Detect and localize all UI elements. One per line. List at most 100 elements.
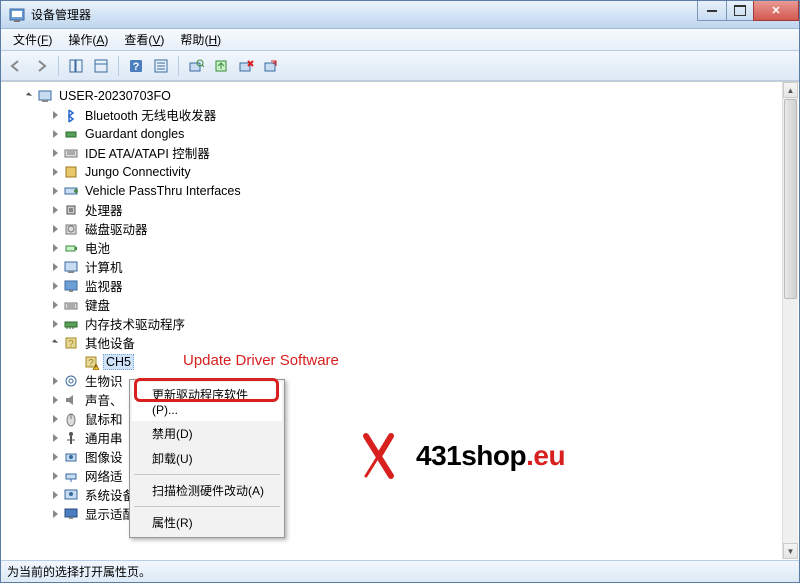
computer-icon xyxy=(37,88,53,104)
update-driver-button[interactable] xyxy=(210,55,232,77)
network-icon xyxy=(63,468,79,484)
tree-node[interactable]: 内存技术驱动程序 xyxy=(5,314,799,333)
menu-view[interactable]: 查看(V) xyxy=(116,29,172,50)
tree-node[interactable]: 鼠标和 xyxy=(5,409,799,428)
menu-separator xyxy=(134,506,280,507)
tree-node[interactable]: Vehicle PassThru Interfaces xyxy=(5,181,799,200)
tree-child-node[interactable]: ?!CH5 xyxy=(5,352,799,371)
tree-node[interactable]: Bluetooth 无线电收发器 xyxy=(5,105,799,124)
tree-node[interactable]: 显示适配器 xyxy=(5,504,799,523)
vertical-scrollbar[interactable]: ▲ ▼ xyxy=(782,82,798,559)
tree-node[interactable]: 处理器 xyxy=(5,200,799,219)
node-label: 网络适 xyxy=(83,466,125,485)
expander-icon[interactable] xyxy=(49,337,61,349)
device-manager-window: 设备管理器 文件(F) 操作(A) 查看(V) 帮助(H) ? USER-202… xyxy=(0,0,800,583)
node-label: 监视器 xyxy=(83,276,125,295)
node-label: 处理器 xyxy=(83,200,125,219)
tree-node[interactable]: ? 其他设备 xyxy=(5,333,799,352)
logo-text-1: 431shop xyxy=(416,440,526,472)
menu-help[interactable]: 帮助(H) xyxy=(172,29,229,50)
expander-icon[interactable] xyxy=(49,166,61,178)
separator xyxy=(58,56,59,76)
disable-button[interactable] xyxy=(260,55,282,77)
show-hide-tree-button[interactable] xyxy=(65,55,87,77)
expander-icon[interactable] xyxy=(49,470,61,482)
action-button[interactable] xyxy=(150,55,172,77)
expander-icon[interactable] xyxy=(49,242,61,254)
node-label: 其他设备 xyxy=(83,333,137,352)
context-menu-item[interactable]: 属性(R) xyxy=(132,510,282,535)
minimize-button[interactable] xyxy=(697,1,727,21)
tree-node[interactable]: IDE ATA/ATAPI 控制器 xyxy=(5,143,799,162)
svg-text:?: ? xyxy=(88,358,94,369)
mouse-icon xyxy=(63,411,79,427)
maximize-button[interactable] xyxy=(726,1,754,21)
jungo-icon xyxy=(63,164,79,180)
node-label: USER-20230703FO xyxy=(57,89,173,103)
tree-node[interactable]: 声音、 xyxy=(5,390,799,409)
expander-icon[interactable] xyxy=(49,109,61,121)
expander-icon[interactable] xyxy=(49,185,61,197)
watermark-logo: 431shop.eu xyxy=(361,431,641,481)
scroll-down-arrow[interactable]: ▼ xyxy=(783,543,798,559)
menu-file[interactable]: 文件(F) xyxy=(5,29,60,50)
scroll-thumb[interactable] xyxy=(784,99,797,299)
expander-icon[interactable] xyxy=(49,375,61,387)
node-label: 鼠标和 xyxy=(83,409,125,428)
expander-icon[interactable] xyxy=(49,508,61,520)
tree-node[interactable]: Guardant dongles xyxy=(5,124,799,143)
tree-node[interactable]: 电池 xyxy=(5,238,799,257)
tree-node[interactable]: Jungo Connectivity xyxy=(5,162,799,181)
toolbar: ? xyxy=(1,51,799,81)
node-label: 声音、 xyxy=(83,390,125,409)
expander-icon[interactable] xyxy=(49,432,61,444)
title-bar[interactable]: 设备管理器 xyxy=(1,1,799,29)
separator xyxy=(118,56,119,76)
scroll-up-arrow[interactable]: ▲ xyxy=(783,82,798,98)
context-menu-item[interactable]: 更新驱动程序软件(P)... xyxy=(132,382,282,421)
node-label: 电池 xyxy=(83,238,112,257)
expander-icon[interactable] xyxy=(49,147,61,159)
tree-view[interactable]: USER-20230703FO Bluetooth 无线电收发器Guardant … xyxy=(1,81,799,560)
svg-text:?: ? xyxy=(68,339,74,350)
uninstall-button[interactable] xyxy=(235,55,257,77)
battery-icon xyxy=(63,240,79,256)
expander-icon[interactable] xyxy=(49,451,61,463)
expander-icon[interactable] xyxy=(49,204,61,216)
svg-text:?: ? xyxy=(133,61,140,73)
expander-icon[interactable] xyxy=(49,318,61,330)
scan-hardware-button[interactable] xyxy=(185,55,207,77)
back-button[interactable] xyxy=(5,55,27,77)
expander-icon[interactable] xyxy=(49,280,61,292)
tree-node[interactable]: 键盘 xyxy=(5,295,799,314)
node-label: 磁盘驱动器 xyxy=(83,219,150,238)
node-label: IDE ATA/ATAPI 控制器 xyxy=(83,143,212,162)
expander-icon[interactable] xyxy=(49,299,61,311)
dongle-icon xyxy=(63,126,79,142)
tree-node[interactable]: 计算机 xyxy=(5,257,799,276)
expander-icon[interactable] xyxy=(49,413,61,425)
tree-node[interactable]: 磁盘驱动器 xyxy=(5,219,799,238)
properties-button[interactable] xyxy=(90,55,112,77)
tree-node[interactable]: 系统设备 xyxy=(5,485,799,504)
other-icon: ? xyxy=(63,335,79,351)
system-icon xyxy=(63,487,79,503)
expander-icon[interactable] xyxy=(49,261,61,273)
expander-icon[interactable] xyxy=(49,394,61,406)
display-icon xyxy=(63,506,79,522)
menu-action[interactable]: 操作(A) xyxy=(60,29,116,50)
context-menu-item[interactable]: 禁用(D) xyxy=(132,421,282,446)
context-menu-item[interactable]: 卸载(U) xyxy=(132,446,282,471)
expander-icon[interactable] xyxy=(49,128,61,140)
tree-root[interactable]: USER-20230703FO xyxy=(5,86,799,105)
expander-icon[interactable] xyxy=(49,223,61,235)
tree-node[interactable]: 监视器 xyxy=(5,276,799,295)
help-button[interactable]: ? xyxy=(125,55,147,77)
bio-icon xyxy=(63,373,79,389)
context-menu-item[interactable]: 扫描检测硬件改动(A) xyxy=(132,478,282,503)
forward-button[interactable] xyxy=(30,55,52,77)
tree-node[interactable]: 生物识 xyxy=(5,371,799,390)
close-button[interactable] xyxy=(753,1,799,21)
expander-icon[interactable] xyxy=(49,489,61,501)
node-label: 键盘 xyxy=(83,295,112,314)
